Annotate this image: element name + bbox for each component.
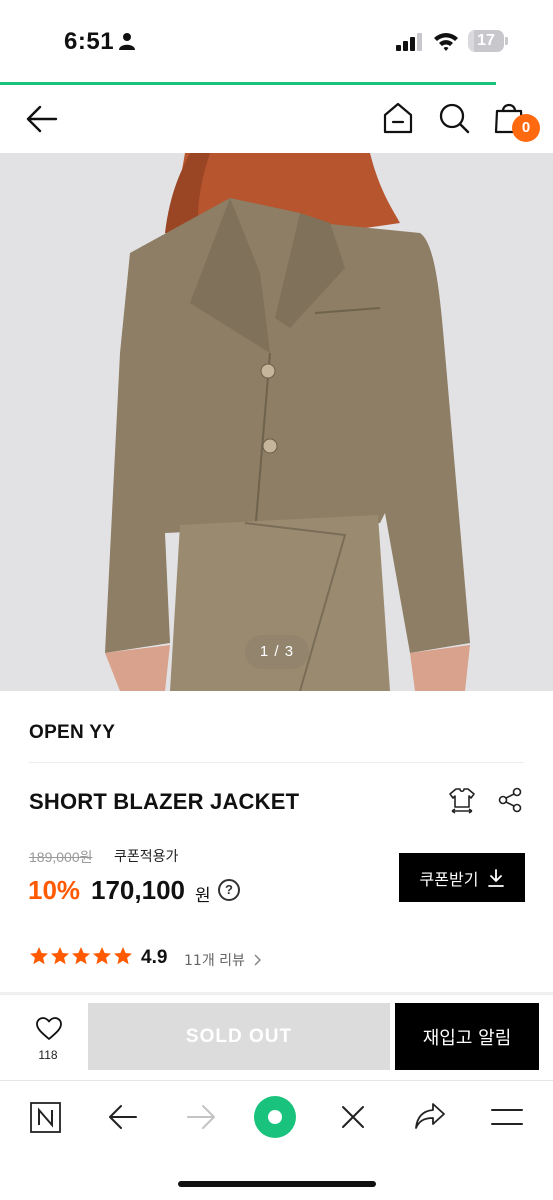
size-icon[interactable] xyxy=(448,786,476,814)
get-coupon-button[interactable]: 쿠폰받기 xyxy=(399,853,525,902)
rating-score: 4.9 xyxy=(141,947,168,968)
close-icon[interactable] xyxy=(341,1105,365,1129)
person-icon xyxy=(119,33,135,50)
product-photo xyxy=(0,153,553,691)
forward-icon[interactable] xyxy=(186,1104,216,1130)
currency-label: 원 xyxy=(195,886,211,905)
like-count: 118 xyxy=(38,1048,58,1062)
naver-icon[interactable] xyxy=(30,1102,61,1133)
original-price: 189,000원 xyxy=(29,849,93,865)
get-coupon-label: 쿠폰받기 xyxy=(419,869,479,889)
menu-icon[interactable] xyxy=(491,1107,523,1127)
search-icon[interactable] xyxy=(438,102,470,134)
download-icon xyxy=(488,868,505,887)
coupon-price-label: 쿠폰적용가 xyxy=(114,848,179,864)
back-arrow-icon[interactable] xyxy=(26,104,58,134)
star-icon xyxy=(30,947,48,965)
brand-name[interactable]: OPEN YY xyxy=(29,722,115,744)
green-dot-icon[interactable] xyxy=(254,1096,296,1138)
info-icon[interactable]: ? xyxy=(218,879,240,901)
back-arrow-icon[interactable] xyxy=(108,1104,138,1130)
wifi-icon xyxy=(434,33,458,51)
image-counter: 1 / 3 xyxy=(245,635,309,669)
share-icon[interactable] xyxy=(497,787,523,813)
chevron-right-icon xyxy=(254,954,262,966)
sale-price: 170,100 xyxy=(91,875,185,905)
top-navigation xyxy=(0,85,553,153)
star-icon xyxy=(51,947,69,965)
share-arrow-icon[interactable] xyxy=(414,1102,446,1130)
rating-stars xyxy=(29,946,133,970)
cart-count-badge: 0 xyxy=(512,114,540,142)
home-indicator xyxy=(178,1181,376,1187)
discount-rate: 10% xyxy=(28,875,81,905)
battery-level: 17 xyxy=(477,32,495,49)
product-title: SHORT BLAZER JACKET xyxy=(29,789,300,814)
divider xyxy=(29,762,524,763)
review-count: 11개 리뷰 xyxy=(184,953,245,969)
sold-out-button[interactable]: SOLD OUT xyxy=(88,1003,390,1070)
status-time: 6:51 xyxy=(64,28,115,55)
star-icon xyxy=(114,947,132,965)
product-image[interactable] xyxy=(0,153,553,691)
status-bar: 6:51 17 xyxy=(0,0,553,84)
review-count-link[interactable]: 11개 리뷰 xyxy=(184,950,263,970)
signal-icon xyxy=(396,33,422,51)
star-icon xyxy=(72,947,90,965)
restock-alert-button[interactable]: 재입고 알림 xyxy=(395,1003,539,1070)
star-icon xyxy=(93,947,111,965)
battery-indicator: 17 xyxy=(468,30,508,52)
home-icon[interactable] xyxy=(382,102,414,134)
heart-icon[interactable] xyxy=(36,1017,62,1041)
